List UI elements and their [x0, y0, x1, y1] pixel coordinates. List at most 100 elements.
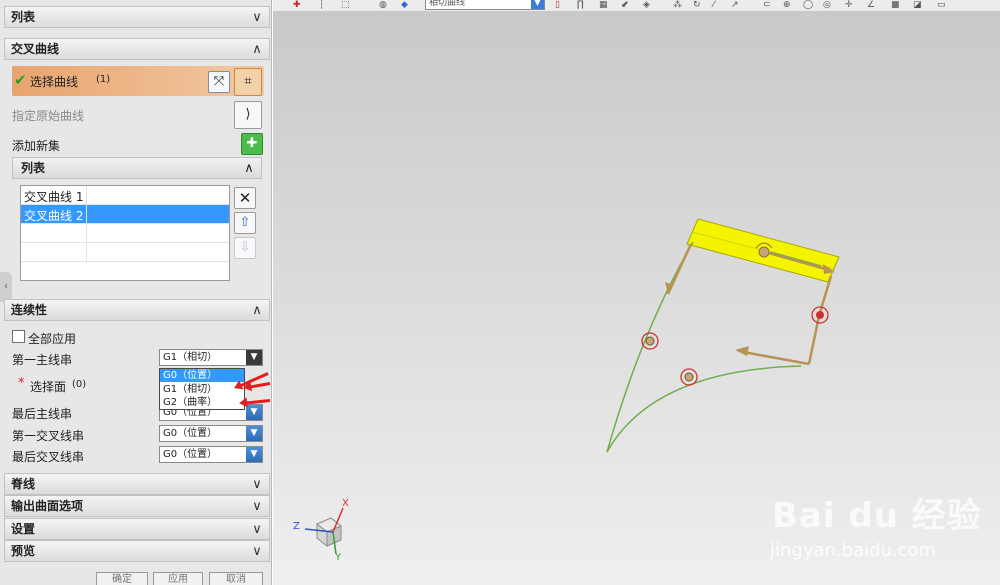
- chevron-down-icon[interactable]: ▼: [246, 426, 262, 441]
- chevron-down-icon[interactable]: ∨: [249, 542, 265, 560]
- apply-all-label: 全部应用: [28, 332, 77, 346]
- settings-section-title: 设置: [11, 522, 36, 536]
- required-star-icon: *: [18, 376, 25, 391]
- first-primary-select[interactable]: G1（相切） ▼: [159, 349, 263, 366]
- output-surface-section-header[interactable]: 输出曲面选项 ∨: [4, 495, 270, 517]
- target-icon[interactable]: ◎: [823, 0, 831, 11]
- first-cross-value: G0（位置）: [163, 428, 218, 439]
- view-icon[interactable]: ◍: [379, 0, 387, 11]
- intersect-curve-section-title: 交叉曲线: [11, 42, 60, 56]
- apply-button[interactable]: 应用: [153, 572, 203, 585]
- move-up-icon[interactable]: ⇧: [234, 212, 256, 234]
- chevron-up-icon[interactable]: ∧: [241, 159, 257, 177]
- stop-icon[interactable]: ▯: [555, 0, 560, 11]
- chevron-down-icon[interactable]: ▼: [246, 405, 262, 420]
- point-handle[interactable]: [816, 311, 824, 319]
- point-icon[interactable]: ✚: [293, 0, 301, 11]
- apply-all-checkbox[interactable]: [12, 330, 25, 343]
- intersect-list-header[interactable]: 列表 ∧: [12, 157, 262, 179]
- arc-icon[interactable]: ⊂: [763, 0, 771, 11]
- settings-section-header[interactable]: 设置 ∨: [4, 518, 270, 540]
- chevron-down-icon[interactable]: ∨: [249, 8, 265, 26]
- watermark-logo-text: Bai du 经验: [772, 496, 982, 536]
- first-cross-label: 第一交叉线串: [12, 429, 85, 443]
- last-cross-select[interactable]: G0（位置） ▼: [159, 446, 263, 463]
- chevron-down-icon[interactable]: ∨: [249, 520, 265, 538]
- select-curve-count: (1): [96, 74, 111, 85]
- line-icon[interactable]: ┆: [319, 0, 324, 11]
- last-cross-label: 最后交叉线串: [12, 450, 85, 464]
- snap-icon[interactable]: ∏: [577, 0, 584, 11]
- chevron-down-icon[interactable]: ∨: [249, 475, 265, 493]
- chevron-up-icon[interactable]: ∧: [249, 40, 265, 58]
- circle-icon[interactable]: ◯: [803, 0, 813, 11]
- arrow-icon[interactable]: ⬋: [621, 0, 629, 11]
- spine-section-header[interactable]: 脊线 ∨: [4, 473, 270, 495]
- tangent-icon[interactable]: ⊕: [783, 0, 791, 11]
- cancel-button[interactable]: 取消: [209, 572, 263, 585]
- select-face-count: (0): [72, 379, 87, 390]
- intersect-curve-list[interactable]: 交叉曲线 1 交叉曲线 2: [20, 185, 230, 281]
- block-icon[interactable]: ■: [891, 0, 900, 11]
- direction-vector: [742, 350, 810, 366]
- add-new-set-label: 添加新集: [12, 139, 61, 153]
- section-curve-left[interactable]: [606, 241, 694, 453]
- specify-origin-curve-label: 指定原始曲线: [12, 109, 85, 123]
- continuity-section-title: 连续性: [11, 303, 48, 317]
- dropdown-option[interactable]: G0（位置）: [160, 369, 244, 382]
- angle-icon[interactable]: ∠: [867, 0, 875, 11]
- continuity-dropdown-list[interactable]: G0（位置） G1（相切） G2（曲率）: [159, 368, 245, 410]
- ok-button[interactable]: 确定: [96, 572, 148, 585]
- grid-icon[interactable]: ▦: [599, 0, 608, 11]
- dropdown-option[interactable]: G2（曲率）: [160, 396, 244, 409]
- column-divider: [86, 186, 87, 204]
- section-curve-bottom[interactable]: [606, 365, 802, 453]
- rotate-icon[interactable]: ↻: [693, 0, 701, 11]
- list-item-label: 交叉曲线 2: [24, 209, 84, 223]
- chevron-down-icon[interactable]: ▼: [246, 447, 262, 462]
- collapse-panel-icon[interactable]: ‹: [0, 272, 12, 302]
- dot-icon[interactable]: ◈: [643, 0, 650, 11]
- list-item[interactable]: 交叉曲线 1: [21, 186, 229, 205]
- preview-section-title: 预览: [11, 544, 36, 558]
- delete-icon[interactable]: ✕: [234, 187, 256, 209]
- chevron-down-icon[interactable]: ▼: [531, 0, 544, 9]
- diagonal-icon[interactable]: ↗: [731, 0, 739, 11]
- reverse-direction-icon[interactable]: ⤧: [208, 71, 230, 93]
- chevron-up-icon[interactable]: ∧: [249, 301, 265, 319]
- column-divider: [86, 243, 87, 261]
- last-primary-label: 最后主线串: [12, 407, 73, 421]
- box-select-icon[interactable]: ⬚: [341, 0, 350, 11]
- chevron-down-icon[interactable]: ▼: [246, 350, 262, 365]
- node-icon[interactable]: ⁂: [673, 0, 682, 11]
- dropdown-option[interactable]: G1（相切）: [160, 383, 244, 396]
- first-primary-value: G1（相切）: [163, 352, 218, 363]
- column-divider: [86, 205, 87, 223]
- curve-rule-icon[interactable]: ⌗: [234, 68, 262, 96]
- preview-section-header[interactable]: 预览 ∨: [4, 540, 270, 562]
- continuity-section-header[interactable]: 连续性 ∧: [4, 299, 270, 321]
- slash-icon[interactable]: ⁄: [713, 0, 715, 11]
- list-item[interactable]: 交叉曲线 2: [21, 205, 229, 224]
- cross-icon[interactable]: ✛: [845, 0, 853, 11]
- origin-curve-icon[interactable]: ⟩: [234, 101, 262, 129]
- dialog-panel: 列表 ∨ 交叉曲线 ∧ ✔ 选择曲线 (1) ⤧ ⌗ 指定原始曲线 ⟩ 添加新集…: [0, 0, 272, 585]
- chevron-down-icon[interactable]: ∨: [249, 497, 265, 515]
- point-handle[interactable]: [684, 372, 694, 382]
- window-icon[interactable]: ▭: [937, 0, 946, 11]
- move-down-icon[interactable]: ⇩: [234, 237, 256, 259]
- layers-icon[interactable]: ◪: [913, 0, 922, 11]
- top-toolbar: ✚ ┆ ⬚ ◍ ◆ 相切曲线 ▼ ▯ ∏ ▦ ⬋ ◈ ⁂ ↻ ⁄ ↗ ⊂ ⊕ ◯…: [273, 0, 1000, 12]
- curve-rule-select[interactable]: 相切曲线 ▼: [425, 0, 545, 10]
- first-cross-select[interactable]: G0（位置） ▼: [159, 425, 263, 442]
- point-handle[interactable]: [645, 336, 655, 346]
- x-axis-label: X: [342, 498, 349, 509]
- origin-handle[interactable]: [758, 246, 770, 258]
- arrowhead-icon: [735, 346, 749, 356]
- intersect-curve-section-header[interactable]: 交叉曲线 ∧: [4, 38, 270, 60]
- add-new-set-button[interactable]: ✚: [241, 133, 263, 155]
- list-item: [21, 224, 229, 243]
- top-list-header[interactable]: 列表 ∨: [4, 6, 270, 28]
- cube-icon[interactable]: ◆: [401, 0, 408, 11]
- watermark-url: jingyan.baidu.com: [770, 540, 937, 561]
